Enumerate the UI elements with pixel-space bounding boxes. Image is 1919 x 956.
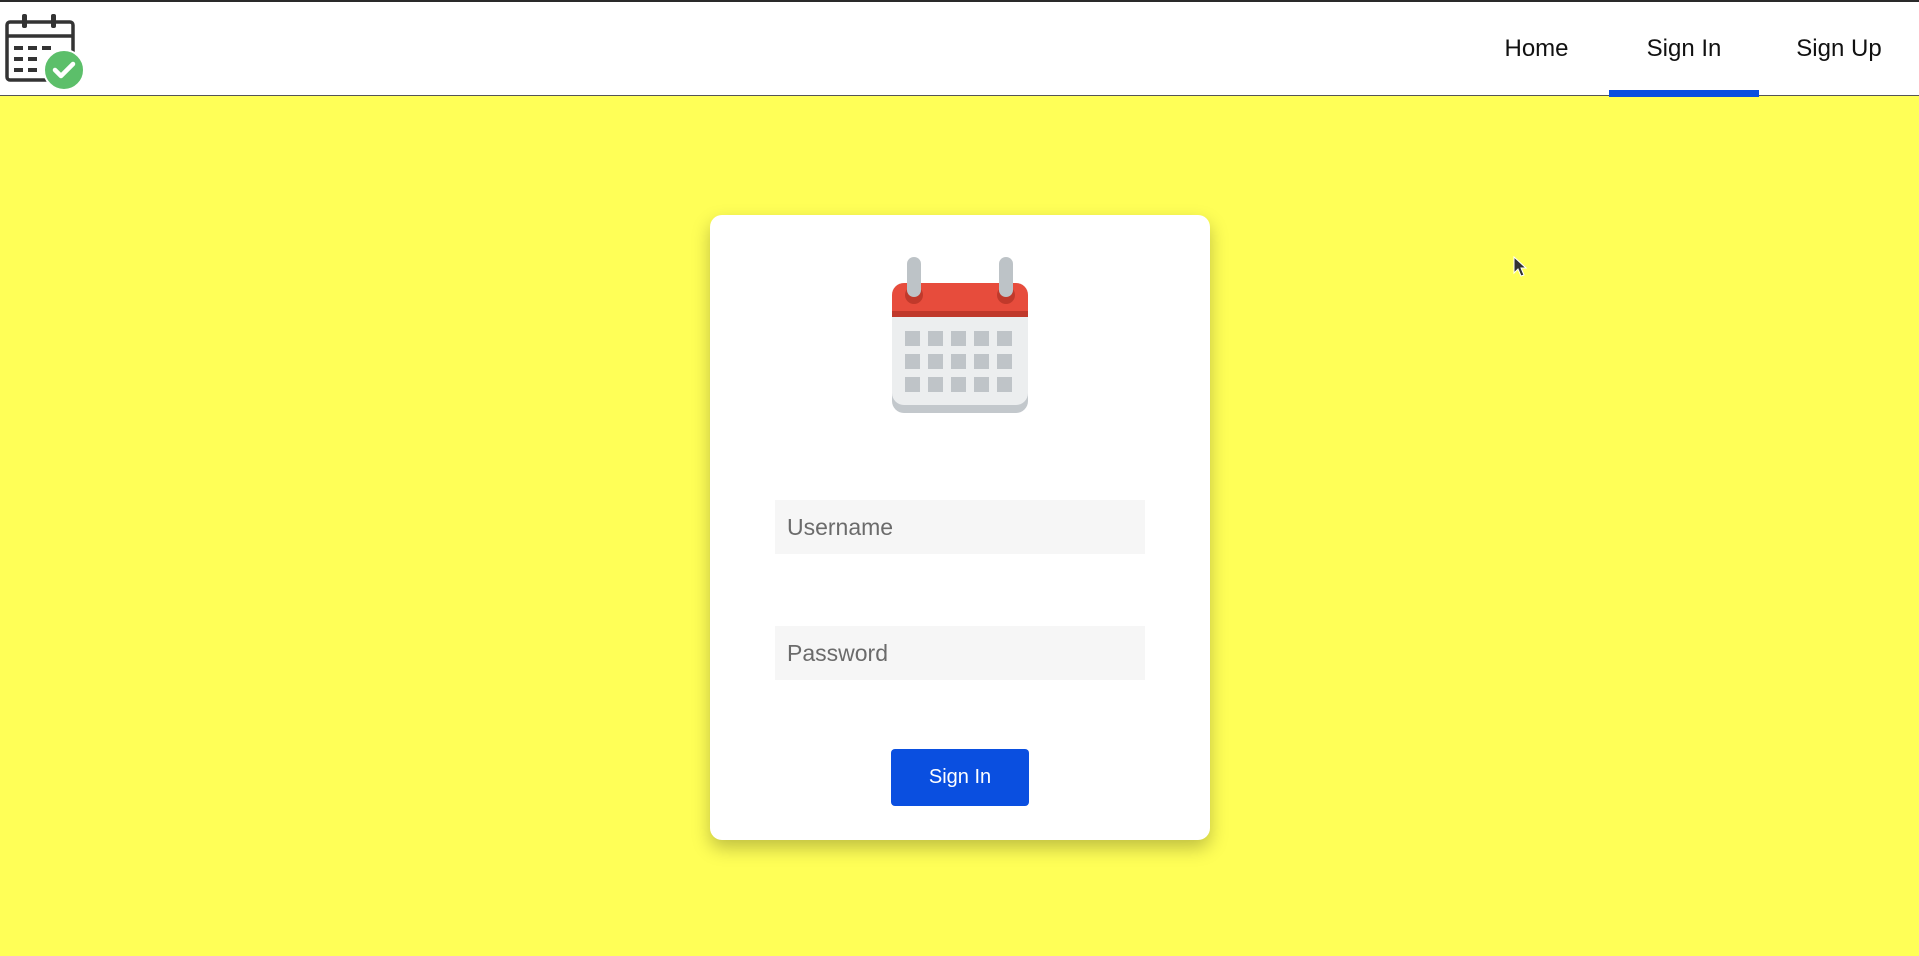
sign-in-button[interactable]: Sign In	[891, 749, 1029, 806]
nav-signup-label: Sign Up	[1796, 35, 1882, 62]
nav-signin-link[interactable]: Sign In	[1609, 2, 1759, 97]
sign-in-card: Sign In	[710, 215, 1210, 840]
main-nav: Home Sign In Sign Up	[1464, 2, 1919, 97]
nav-signup-link[interactable]: Sign Up	[1759, 2, 1919, 96]
nav-home-link[interactable]: Home	[1464, 2, 1609, 96]
calendar-icon	[892, 257, 1028, 413]
active-tab-indicator	[1609, 90, 1759, 97]
username-input[interactable]	[775, 500, 1145, 554]
calendar-check-icon[interactable]	[4, 10, 86, 90]
nav-home-label: Home	[1504, 35, 1569, 62]
mouse-cursor-icon	[1513, 256, 1528, 277]
nav-signin-label: Sign In	[1646, 35, 1722, 62]
password-input[interactable]	[775, 626, 1145, 680]
top-nav-bar: Home Sign In Sign Up	[0, 0, 1919, 97]
